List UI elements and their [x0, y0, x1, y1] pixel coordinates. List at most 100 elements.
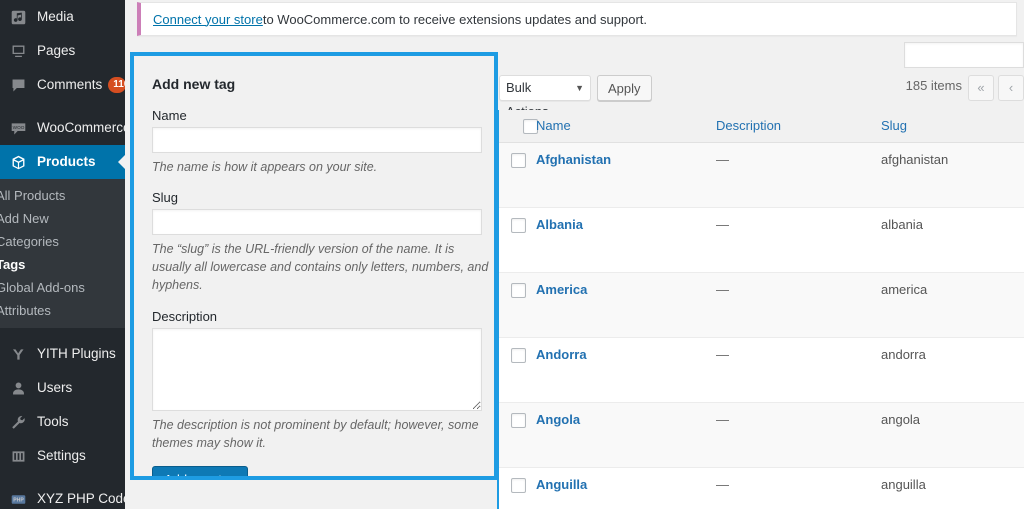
table-navigation-top: Bulk Actions ▼ Apply 185 items « ‹ [497, 74, 1024, 119]
table-row: Afghanistan — afghanistan [498, 142, 1024, 209]
svg-text:PHP: PHP [13, 497, 24, 503]
sidebar-item-label: Comments [37, 77, 103, 93]
row-name-cell: Anguilla [536, 467, 716, 509]
row-checkbox[interactable] [511, 478, 526, 494]
row-description-cell: — [716, 337, 881, 404]
table-row: Andorra — andorra [498, 337, 1024, 404]
sidebar-subitem-tags[interactable]: Tags [0, 253, 125, 276]
products-icon [8, 152, 28, 172]
form-title: Add new tag [152, 76, 236, 92]
sidebar-subitem-add-new[interactable]: Add New [0, 207, 125, 230]
comments-count-badge: 110 [108, 77, 125, 93]
sidebar-item-settings[interactable]: Settings [0, 439, 125, 473]
add-new-tag-button[interactable]: Add new tag [152, 465, 249, 476]
row-slug-cell: andorra [881, 337, 1024, 404]
row-select-cell [498, 467, 536, 509]
sidebar-item-label: Products [37, 154, 96, 170]
chevron-down-icon: ▼ [575, 83, 584, 93]
woocommerce-connect-notice: Connect your store to WooCommerce.com to… [137, 2, 1017, 36]
name-label: Name [152, 108, 187, 123]
row-checkbox[interactable] [511, 283, 526, 299]
sidebar-item-label: Tools [37, 414, 69, 430]
svg-text:WOO: WOO [12, 124, 24, 129]
sidebar-item-tools[interactable]: Tools [0, 405, 125, 439]
row-name-cell: America [536, 272, 716, 339]
products-submenu: All Products Add New Categories Tags Glo… [0, 179, 125, 328]
previous-page-button[interactable]: ‹ [998, 75, 1024, 101]
name-input[interactable] [152, 127, 482, 153]
sidebar-item-label: Settings [37, 448, 86, 464]
tag-name-link[interactable]: Andorra [536, 347, 587, 362]
tags-table-body: Afghanistan — afghanistan Albania — alba… [498, 142, 1024, 509]
tag-name-link[interactable]: America [536, 282, 587, 297]
sidebar-item-label: Users [37, 380, 73, 396]
table-row: Angola — angola [498, 402, 1024, 469]
sidebar-item-products[interactable]: Products [0, 145, 125, 179]
comments-icon [8, 75, 28, 95]
search-input[interactable] [904, 42, 1024, 68]
tags-list-panel: Bulk Actions ▼ Apply 185 items « ‹ Name … [497, 38, 1024, 509]
php-code-icon: PHP [8, 489, 28, 509]
sidebar-subitem-categories[interactable]: Categories [0, 230, 125, 253]
sidebar-item-label: Media [37, 9, 74, 25]
row-select-cell [498, 142, 536, 209]
notice-text: to WooCommerce.com to receive extensions… [262, 11, 648, 27]
sidebar-divider [0, 473, 125, 482]
description-textarea[interactable] [152, 327, 482, 411]
sidebar-subitem-attributes[interactable]: Attributes [0, 299, 125, 322]
row-checkbox[interactable] [511, 153, 526, 169]
tag-name-link[interactable]: Angola [536, 412, 580, 427]
sidebar-item-woocommerce[interactable]: WOO WooCommerce [0, 111, 125, 145]
item-count-label: 185 items [905, 78, 962, 93]
sidebar-subitem-all-products[interactable]: All Products [0, 184, 125, 207]
table-row: America — america [498, 272, 1024, 339]
first-page-button[interactable]: « [968, 75, 994, 101]
sidebar-item-pages[interactable]: Pages [0, 34, 125, 68]
media-icon [8, 7, 28, 27]
row-slug-cell: albania [881, 207, 1024, 274]
row-select-cell [498, 402, 536, 469]
tag-name-link[interactable]: Albania [536, 217, 583, 232]
row-select-cell [498, 337, 536, 404]
table-header-row: Name Description Slug [498, 110, 1024, 144]
slug-help-text: The “slug” is the URL-friendly version o… [152, 242, 489, 293]
admin-sidebar: Media Pages Comments 110 [0, 0, 125, 509]
tools-icon [8, 412, 28, 432]
tag-name-link[interactable]: Afghanistan [536, 152, 611, 167]
settings-icon [8, 446, 28, 466]
column-header-description[interactable]: Description [716, 110, 881, 144]
sidebar-subitem-global-add-ons[interactable]: Global Add-ons [0, 276, 125, 299]
column-header-slug[interactable]: Slug [881, 110, 1024, 144]
apply-button[interactable]: Apply [597, 75, 652, 101]
row-select-cell [498, 207, 536, 274]
row-checkbox[interactable] [511, 348, 526, 364]
table-row: Anguilla — anguilla [498, 467, 1024, 509]
sidebar-item-label: Pages [37, 43, 76, 59]
row-checkbox[interactable] [511, 413, 526, 429]
sidebar-divider [0, 328, 125, 337]
sidebar-item-comments[interactable]: Comments 110 [0, 68, 125, 102]
sidebar-item-media[interactable]: Media [0, 0, 125, 34]
description-help-text: The description is not prominent by defa… [152, 417, 479, 450]
slug-input[interactable] [152, 209, 482, 236]
row-checkbox[interactable] [511, 218, 526, 234]
connect-your-store-link[interactable]: Connect your store [153, 12, 263, 27]
sidebar-item-yith-plugins[interactable]: YITH Plugins [0, 337, 125, 371]
bulk-actions-select[interactable]: Bulk Actions ▼ [499, 75, 591, 119]
tags-table: Name Description Slug Afghanistan — afgh… [497, 110, 1024, 509]
wordpress-admin-screen: Media Pages Comments 110 [0, 0, 1024, 509]
table-row: Albania — albania [498, 207, 1024, 274]
sidebar-divider [0, 102, 125, 111]
row-name-cell: Albania [536, 207, 716, 274]
select-all-header [498, 110, 538, 144]
row-name-cell: Andorra [536, 337, 716, 404]
sidebar-item-users[interactable]: Users [0, 371, 125, 405]
row-name-cell: Afghanistan [536, 142, 716, 209]
tag-name-link[interactable]: Anguilla [536, 477, 587, 492]
sidebar-item-label: XYZ PHP Code [37, 491, 125, 507]
sidebar-item-xyz-php-code[interactable]: PHP XYZ PHP Code [0, 482, 125, 509]
row-description-cell: — [716, 142, 881, 209]
column-header-name[interactable]: Name [536, 110, 716, 144]
description-label: Description [152, 308, 218, 324]
name-help-text: The name is how it appears on your site. [152, 160, 378, 174]
